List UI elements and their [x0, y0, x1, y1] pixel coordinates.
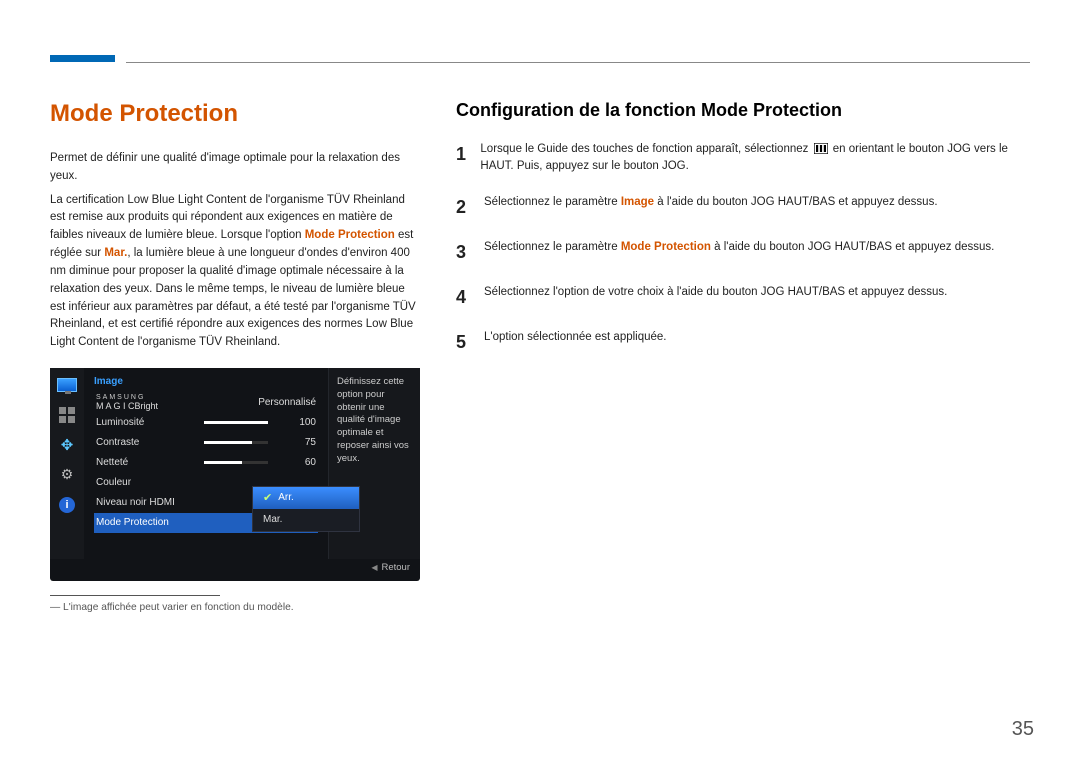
section-heading: Mode Protection — [50, 100, 420, 128]
osd-footer: ◀ Retour — [50, 559, 420, 577]
osd-row-contraste: Contraste 75 — [94, 433, 318, 453]
step-2-hl-image: Image — [621, 196, 654, 208]
option-arr-label: Arr. — [278, 492, 294, 503]
monitor-icon — [56, 376, 78, 394]
dropdown-option-arr: ✔ Arr. — [253, 487, 359, 509]
step-3-number: 3 — [456, 239, 470, 266]
osd-center-panel: Image SAMSUNG M A G I CBright Personnali… — [84, 368, 328, 559]
step-2-c: à l'aide du bouton JOG HAUT/BAS et appuy… — [654, 196, 937, 208]
osd-dropdown: ✔ Arr. Mar. — [252, 486, 360, 532]
menu-icon — [814, 143, 828, 154]
luminosite-bar — [204, 421, 268, 424]
step-3-hl-mode-protection: Mode Protection — [621, 241, 711, 253]
step-1-a: Lorsque le Guide des touches de fonction… — [480, 143, 811, 155]
step-5-number: 5 — [456, 329, 470, 356]
step-5-text: L'option sélectionnée est appliquée. — [484, 329, 667, 356]
move-cross-icon: ✥ — [56, 436, 78, 454]
header-rule — [126, 62, 1030, 63]
osd-main: ✥ ⚙ i Image SAMSUNG M A G I CBright Pers… — [50, 368, 420, 559]
option-mar-label: Mar. — [263, 514, 282, 525]
magic-bright: Bright — [135, 401, 159, 411]
step-2-text: Sélectionnez le paramètre Image à l'aide… — [484, 194, 938, 221]
step-3-a: Sélectionnez le paramètre — [484, 241, 621, 253]
osd-sidebar: ✥ ⚙ i — [50, 368, 84, 559]
step-3-c: à l'aide du bouton JOG HAUT/BAS et appuy… — [711, 241, 994, 253]
steps-list: 1 Lorsque le Guide des touches de foncti… — [456, 141, 1030, 356]
nettete-label: Netteté — [96, 457, 196, 468]
step-4: 4 Sélectionnez l'option de votre choix à… — [456, 284, 1030, 311]
page-content: Mode Protection Permet de définir une qu… — [50, 100, 1030, 613]
couleur-label: Couleur — [96, 477, 196, 488]
dropdown-option-mar: Mar. — [253, 509, 359, 531]
osd-title: Image — [94, 376, 318, 387]
step-3-text: Sélectionnez le paramètre Mode Protectio… — [484, 239, 994, 266]
info-icon: i — [56, 496, 78, 514]
desc-highlight-mar: Mar. — [104, 247, 127, 259]
left-column: Mode Protection Permet de définir une qu… — [50, 100, 420, 613]
step-4-text: Sélectionnez l'option de votre choix à l… — [484, 284, 947, 311]
luminosite-label: Luminosité — [96, 417, 196, 428]
mode-protection-label: Mode Protection — [96, 517, 226, 528]
description-paragraph: La certification Low Blue Light Content … — [50, 192, 420, 352]
step-1: 1 Lorsque le Guide des touches de foncti… — [456, 141, 1030, 176]
desc-highlight-mode-protection: Mode Protection — [305, 229, 395, 241]
footnote-rule — [50, 595, 220, 596]
step-2-a: Sélectionnez le paramètre — [484, 196, 621, 208]
step-1-number: 1 — [456, 141, 466, 176]
step-1-text: Lorsque le Guide des touches de fonction… — [480, 141, 1030, 176]
back-triangle-icon: ◀ — [371, 563, 377, 572]
footnote-text: L'image affichée peut varier en fonction… — [63, 602, 294, 613]
magicbright-value: Personnalisé — [258, 397, 316, 408]
check-icon: ✔ — [263, 491, 272, 504]
step-5: 5 L'option sélectionnée est appliquée. — [456, 329, 1030, 356]
osd-row-nettete: Netteté 60 — [94, 453, 318, 473]
right-heading: Configuration de la fonction Mode Protec… — [456, 100, 1030, 121]
page-number: 35 — [1012, 718, 1034, 741]
step-2: 2 Sélectionnez le paramètre Image à l'ai… — [456, 194, 1030, 221]
step-3: 3 Sélectionnez le paramètre Mode Protect… — [456, 239, 1030, 266]
step-4-number: 4 — [456, 284, 470, 311]
nettete-bar — [204, 461, 268, 464]
contraste-value: 75 — [282, 437, 316, 448]
magic-samsung: SAMSUNG — [96, 394, 196, 401]
right-column: Configuration de la fonction Mode Protec… — [456, 100, 1030, 613]
osd-row-magicbright: SAMSUNG M A G I CBright Personnalisé — [94, 393, 318, 413]
niveau-noir-label: Niveau noir HDMI — [96, 497, 226, 508]
pip-grid-icon — [56, 406, 78, 424]
footnote-dash: ― — [50, 602, 60, 613]
footnote: ― L'image affichée peut varier en foncti… — [50, 602, 420, 613]
magicbright-label: SAMSUNG M A G I CBright — [96, 394, 196, 411]
step-2-number: 2 — [456, 194, 470, 221]
luminosite-value: 100 — [282, 417, 316, 428]
nettete-value: 60 — [282, 457, 316, 468]
magic-magic: M A G I C — [96, 401, 135, 411]
header-accent-bar — [50, 55, 115, 62]
desc-text-e: , la lumière bleue à une longueur d'onde… — [50, 247, 416, 348]
contraste-bar — [204, 441, 268, 444]
contraste-label: Contraste — [96, 437, 196, 448]
intro-paragraph: Permet de définir une qualité d'image op… — [50, 150, 420, 186]
osd-row-luminosite: Luminosité 100 — [94, 413, 318, 433]
osd-retour-label: Retour — [381, 562, 410, 573]
gear-icon: ⚙ — [56, 466, 78, 484]
osd-screenshot: ✥ ⚙ i Image SAMSUNG M A G I CBright Pers… — [50, 368, 420, 581]
